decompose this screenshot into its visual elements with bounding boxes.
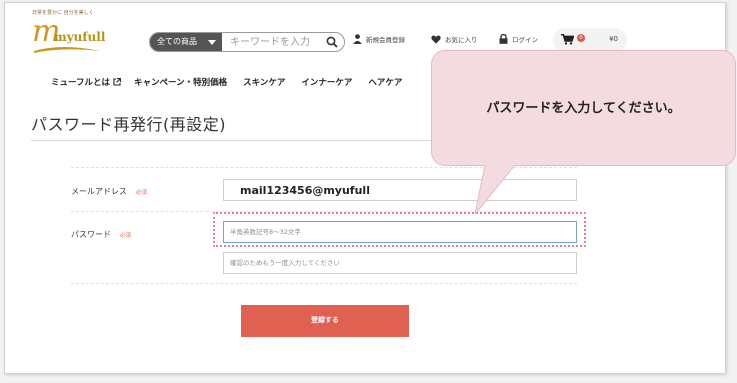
login-label: ログイン	[512, 36, 538, 44]
cart-button[interactable]: 0 ¥0	[553, 28, 627, 52]
chevron-down-icon	[208, 40, 216, 45]
cart-icon	[561, 34, 574, 45]
password-highlight-box	[213, 212, 586, 247]
favorites-link[interactable]: お気に入り	[431, 34, 478, 44]
heart-icon	[431, 34, 441, 44]
favorites-label: お気に入り	[445, 36, 478, 44]
search-icon[interactable]	[326, 36, 338, 48]
search-bar: 全ての商品	[149, 32, 345, 52]
password-label-group: パスワード 必須	[71, 229, 131, 240]
password-confirm-field[interactable]	[223, 252, 577, 274]
site-logo[interactable]: 日常を豊かに 自分を美しく m myufull	[32, 9, 132, 57]
register-label: 新規会員登録	[366, 36, 405, 44]
callout-pointer	[474, 164, 516, 215]
user-icon	[353, 34, 362, 44]
page-title: パスワード再発行(再設定)	[31, 115, 226, 134]
cart-count-badge: 0	[577, 34, 585, 42]
callout-text: パスワードを入力してください。	[486, 101, 681, 116]
nav-item-campaign[interactable]: キャンペーン・特別価格	[134, 76, 227, 88]
main-nav: ミューフルとは キャンペーン・特別価格 スキンケア インナーケア ヘアケア	[51, 76, 402, 88]
logo-text: myufull	[54, 30, 106, 44]
email-field[interactable]	[223, 179, 577, 201]
required-badge: 必須	[120, 232, 132, 239]
nav-item-haircare[interactable]: ヘアケア	[368, 76, 402, 88]
nav-item-innercare[interactable]: インナーケア	[301, 76, 352, 88]
cart-total: ¥0	[609, 35, 618, 43]
external-link-icon	[113, 78, 121, 86]
nav-item-label: キャンペーン・特別価格	[134, 78, 228, 88]
nav-item-label: ヘアケア	[368, 78, 403, 88]
form-divider	[71, 283, 577, 284]
nav-item-label: スキンケア	[243, 78, 286, 88]
nav-item-about[interactable]: ミューフルとは	[51, 76, 121, 88]
login-link[interactable]: ログイン	[499, 34, 538, 44]
email-label: メールアドレス	[71, 187, 127, 196]
lock-icon	[499, 34, 508, 44]
search-category-label: 全ての商品	[157, 37, 197, 46]
nav-item-skincare[interactable]: スキンケア	[243, 76, 285, 88]
nav-item-label: ミューフルとは	[51, 78, 110, 88]
email-label-group: メールアドレス 必須	[71, 186, 147, 197]
callout-bubble: パスワードを入力してください。	[431, 50, 736, 166]
search-input[interactable]	[230, 33, 320, 51]
password-label: パスワード	[71, 230, 111, 239]
register-link[interactable]: 新規会員登録	[353, 34, 405, 44]
logo-swoosh-icon	[34, 47, 100, 53]
submit-button[interactable]: 登録する	[241, 305, 409, 337]
nav-item-label: インナーケア	[301, 78, 353, 88]
required-badge: 必須	[136, 189, 148, 196]
search-category-select[interactable]: 全ての商品	[150, 33, 222, 51]
